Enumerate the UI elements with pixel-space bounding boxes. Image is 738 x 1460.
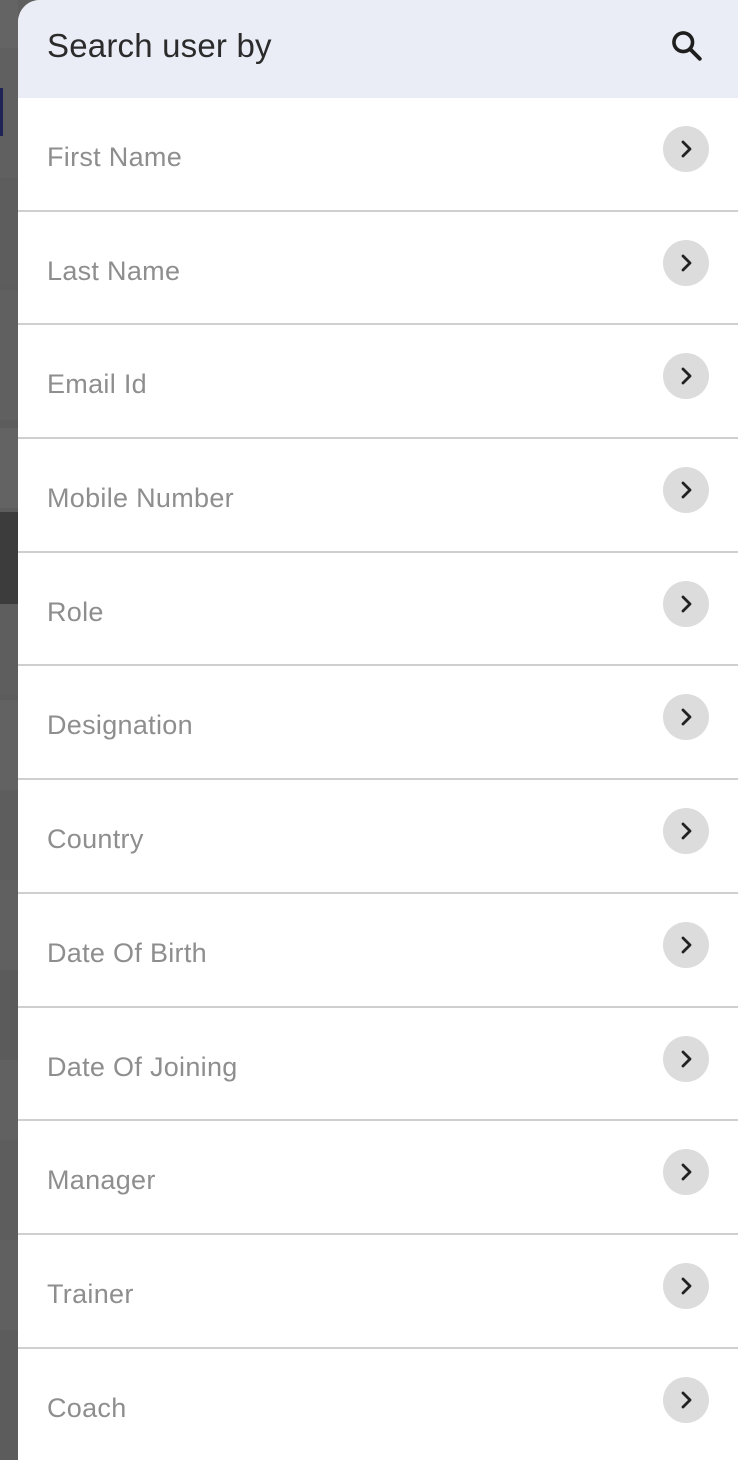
background-band (0, 1060, 18, 1140)
option-manager[interactable]: Manager (18, 1121, 738, 1235)
chevron-right-icon[interactable] (663, 467, 709, 514)
option-label: Role (47, 596, 104, 627)
option-date-of-joining[interactable]: Date Of Joining (18, 1008, 738, 1122)
background-band (0, 700, 18, 790)
option-country[interactable]: Country (18, 780, 738, 894)
chevron-right-icon[interactable] (663, 1035, 709, 1082)
option-label: Coach (47, 1392, 127, 1423)
background-band (0, 512, 18, 604)
search-user-sheet: Search user by First Name Last Name Emai… (18, 0, 738, 1460)
background-band (0, 970, 18, 1060)
background-band (0, 604, 18, 694)
option-trainer[interactable]: Trainer (18, 1235, 738, 1349)
chevron-right-icon[interactable] (663, 1376, 709, 1423)
option-label: Last Name (47, 255, 181, 286)
search-options-list: First Name Last Name Email Id Mobile Num… (18, 98, 738, 1460)
chevron-right-icon[interactable] (663, 239, 709, 286)
chevron-right-icon[interactable] (663, 353, 709, 400)
option-label: Mobile Number (47, 483, 234, 514)
background-band (0, 790, 18, 880)
chevron-right-icon[interactable] (663, 808, 709, 855)
chevron-right-icon[interactable] (663, 126, 709, 172)
search-button[interactable] (666, 25, 708, 67)
option-first-name[interactable]: First Name (18, 98, 738, 212)
chevron-right-icon[interactable] (663, 1149, 709, 1196)
background-band (0, 428, 18, 508)
option-label: Designation (47, 710, 193, 741)
background-band (0, 180, 18, 285)
option-label: Manager (47, 1165, 156, 1196)
background-band (0, 0, 18, 48)
background-accent (0, 88, 3, 136)
background-band (0, 880, 18, 970)
sheet-title: Search user by (47, 27, 272, 64)
background-overlay[interactable] (0, 0, 18, 1460)
option-label: First Name (47, 142, 183, 172)
option-role[interactable]: Role (18, 553, 738, 667)
option-mobile-number[interactable]: Mobile Number (18, 439, 738, 553)
chevron-right-icon[interactable] (663, 921, 709, 968)
sheet-header: Search user by (18, 0, 738, 98)
chevron-right-icon[interactable] (663, 694, 709, 741)
option-label: Country (47, 824, 144, 855)
option-coach[interactable]: Coach (18, 1349, 738, 1460)
option-label: Trainer (47, 1278, 134, 1309)
option-email-id[interactable]: Email Id (18, 325, 738, 440)
background-band (0, 1140, 18, 1240)
option-date-of-birth[interactable]: Date Of Birth (18, 894, 738, 1008)
option-label: Email Id (47, 369, 147, 400)
option-designation[interactable]: Designation (18, 666, 738, 781)
option-label: Date Of Birth (47, 937, 207, 968)
background-band (0, 290, 18, 420)
option-last-name[interactable]: Last Name (18, 212, 738, 326)
background-band (0, 1330, 18, 1460)
chevron-right-icon[interactable] (663, 580, 709, 627)
search-icon (672, 31, 702, 61)
background-band (0, 1240, 18, 1330)
chevron-right-icon[interactable] (663, 1262, 709, 1309)
option-label: Date Of Joining (47, 1051, 238, 1082)
